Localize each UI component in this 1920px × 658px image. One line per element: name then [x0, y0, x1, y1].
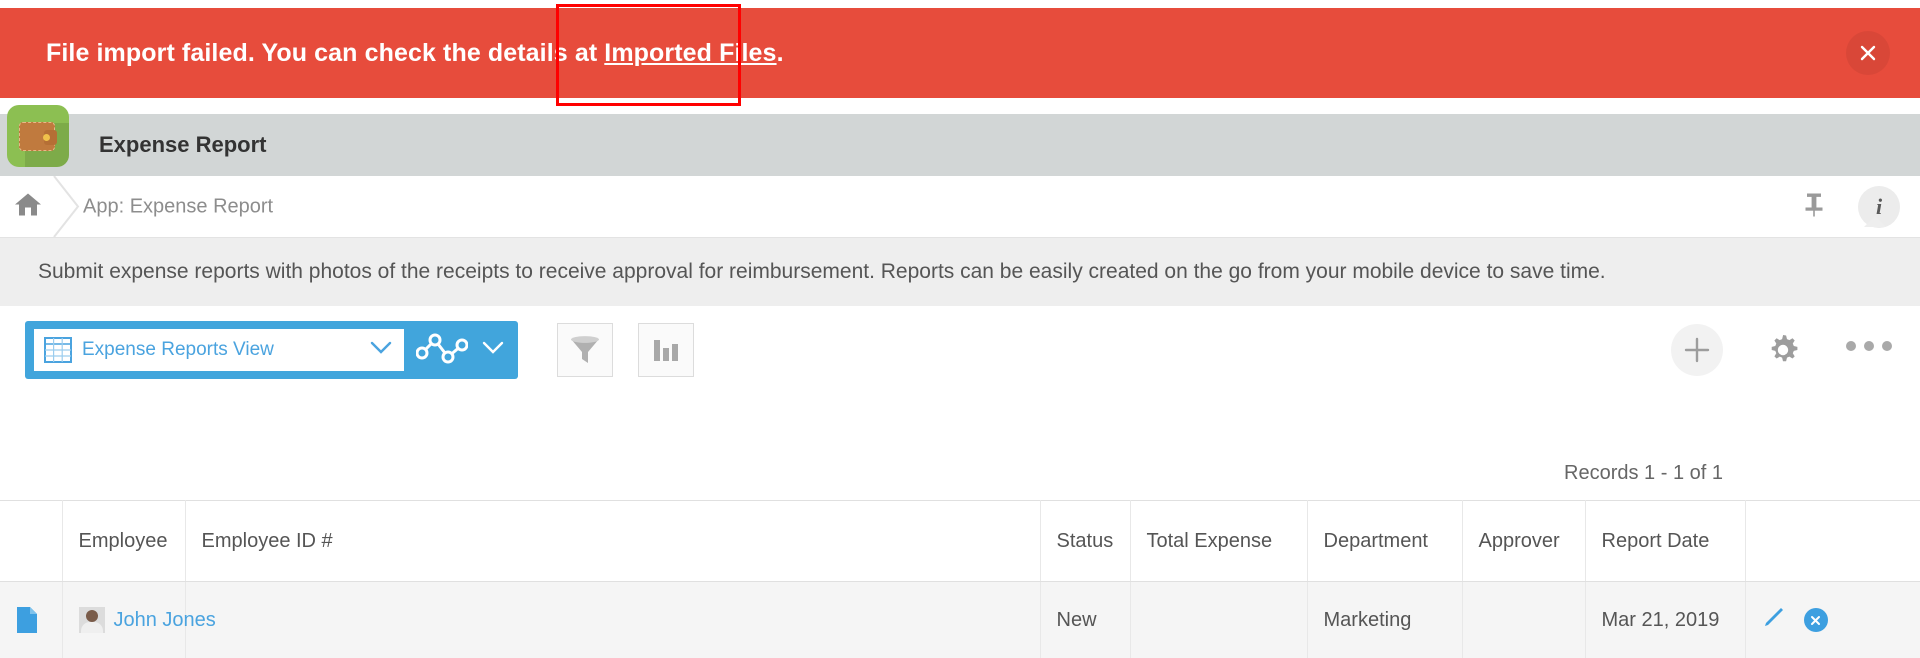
view-select[interactable]: Expense Reports View	[34, 329, 404, 371]
column-header-status: Status	[1040, 500, 1131, 582]
cell-department: Marketing	[1307, 581, 1463, 658]
pencil-edit-icon	[1764, 608, 1783, 626]
home-icon[interactable]	[13, 190, 43, 223]
table-header-row: Employee Employee ID # Status Total Expe…	[0, 500, 1920, 582]
banner-close-button[interactable]	[1846, 31, 1890, 75]
column-header-icon	[0, 500, 63, 582]
line-chart-icon	[415, 331, 469, 370]
table-row: John Jones New Marketing Mar 21, 2019	[0, 581, 1920, 658]
column-header-department: Department	[1307, 500, 1463, 582]
plus-icon	[1684, 337, 1710, 363]
chevron-down-icon	[370, 341, 392, 360]
cell-row-actions	[1745, 581, 1920, 658]
info-caret-icon	[1864, 216, 1886, 227]
cell-total-expense	[1130, 581, 1308, 658]
records-table-container: Employee Employee ID # Status Total Expe…	[0, 500, 1920, 658]
column-header-actions	[1745, 500, 1920, 582]
cell-approver	[1462, 581, 1586, 658]
chart-view-toggle[interactable]	[404, 321, 518, 379]
records-table: Employee Employee ID # Status Total Expe…	[0, 500, 1920, 658]
error-message-prefix: File import failed. You can check the de…	[46, 38, 598, 67]
table-view-icon	[44, 337, 72, 363]
cell-employee: John Jones	[62, 581, 216, 658]
view-toolbar: Expense Reports View	[0, 306, 1920, 391]
more-options-icon	[1846, 341, 1856, 351]
error-banner-message: File import failed. You can check the de…	[46, 39, 784, 68]
view-select-value: Expense Reports View	[82, 339, 274, 360]
delete-record-button[interactable]	[1803, 608, 1828, 632]
delete-x-icon	[1811, 615, 1820, 625]
page-title: Expense Report	[99, 132, 267, 157]
column-header-report-date: Report Date	[1585, 500, 1746, 582]
app-description-text: Submit expense reports with photos of th…	[38, 260, 1606, 283]
records-count: Records 1 - 1 of 1	[1564, 462, 1723, 484]
breadcrumb-app-label[interactable]: App: Expense Report	[83, 195, 273, 218]
column-header-total-expense: Total Expense	[1130, 500, 1308, 582]
error-banner: File import failed. You can check the de…	[0, 8, 1920, 98]
column-header-employee-id: Employee ID #	[185, 500, 1041, 582]
column-header-approver: Approver	[1462, 500, 1586, 582]
more-options-button[interactable]	[1846, 341, 1892, 351]
error-message-suffix: .	[776, 38, 784, 67]
avatar	[78, 607, 105, 633]
app-description-panel: Submit expense reports with photos of th…	[0, 238, 1920, 306]
bar-chart-icon	[654, 340, 678, 361]
pin-icon[interactable]	[1803, 191, 1825, 222]
settings-button[interactable]	[1764, 331, 1802, 374]
cell-status: New	[1040, 581, 1131, 658]
add-record-button[interactable]	[1671, 324, 1723, 376]
cell-doc-icon[interactable]	[0, 581, 63, 658]
app-title-bar: Expense Report	[0, 105, 1920, 176]
document-icon	[17, 607, 37, 633]
wallet-app-icon	[7, 105, 69, 167]
filter-button[interactable]	[557, 323, 613, 377]
column-header-employee: Employee	[62, 500, 186, 582]
cell-report-date: Mar 21, 2019	[1585, 581, 1746, 658]
edit-record-button[interactable]	[1762, 605, 1786, 635]
breadcrumb: App: Expense Report i	[0, 176, 1920, 238]
cell-employee-id	[185, 581, 1041, 658]
gear-icon	[1771, 335, 1798, 362]
breadcrumb-separator-icon	[52, 176, 82, 237]
employee-link[interactable]: John Jones	[114, 609, 216, 632]
view-selector-group: Expense Reports View	[25, 321, 518, 379]
expense-report-app: File import failed. You can check the de…	[0, 0, 1920, 658]
close-icon	[1860, 45, 1876, 61]
imported-files-link[interactable]: Imported Files	[604, 39, 776, 67]
filter-icon	[571, 336, 599, 363]
chevron-down-icon	[482, 341, 504, 360]
bar-chart-button[interactable]	[638, 323, 694, 377]
